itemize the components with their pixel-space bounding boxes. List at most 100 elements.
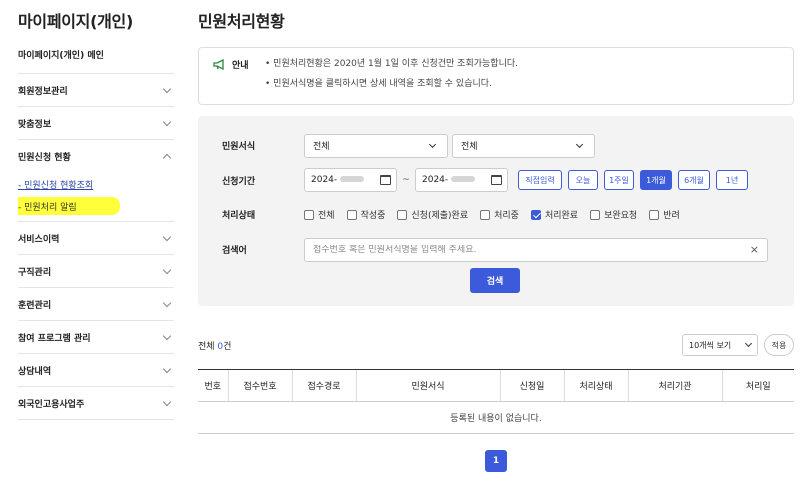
chevron-up-icon xyxy=(162,153,172,163)
sidebar-item-job-search[interactable]: 구직관리 xyxy=(18,255,174,288)
notice-line: • 민원처리현황은 2020년 1월 1일 이후 신청건만 조회가능합니다. xyxy=(265,59,518,69)
status-row: 처리상태 전체 작성중 신청(제출)완료 처리중 처리완료 보완요청 반려 xyxy=(222,197,794,232)
checkbox-label: 전체 xyxy=(318,211,335,221)
chevron-down-icon xyxy=(162,397,172,406)
sidebar-item-programs[interactable]: 참여 프로그램 관리 xyxy=(18,321,174,354)
sidebar-item-label: 마이페이지(개인) 메인 xyxy=(18,51,104,61)
checkbox[interactable] xyxy=(649,209,660,220)
apply-button[interactable]: 적용 xyxy=(764,334,794,356)
form-label: 민원서식 xyxy=(222,142,256,152)
column-header[interactable]: 처리일 xyxy=(721,369,794,402)
sidebar-item-foreign-employer[interactable]: 외국인고용사업주 xyxy=(18,387,174,420)
checkbox-label: 처리완료 xyxy=(544,211,579,221)
checkbox-label: 신청(제출)완료 xyxy=(411,211,469,221)
sidebar-item-civil-status[interactable]: 민원신청 현황 xyxy=(18,140,174,173)
form-category-select[interactable]: 전체 xyxy=(304,133,448,158)
checkbox[interactable] xyxy=(397,209,408,220)
chevron-down-icon xyxy=(744,339,753,348)
period-button-6months[interactable]: 6개월 xyxy=(678,170,710,190)
redacted-mark xyxy=(451,176,476,182)
status-checkbox-completed[interactable]: 처리완료 xyxy=(530,208,579,221)
sidebar-item-service-history[interactable]: 서비스이력 xyxy=(18,222,174,255)
checkbox[interactable] xyxy=(480,209,491,220)
date-from-field[interactable]: 2024- xyxy=(304,168,397,192)
table-header-row: 번호 접수번호 접수경로 민원서식 신청일 처리상태 처리기관 처리일 xyxy=(198,369,794,402)
period-button-1year[interactable]: 1년 xyxy=(716,170,748,190)
megaphone-icon xyxy=(213,58,224,70)
chevron-down-icon xyxy=(162,265,172,274)
total-suffix: 건 xyxy=(223,341,232,352)
chevron-down-icon xyxy=(162,298,172,307)
search-button[interactable]: 검색 xyxy=(470,268,520,293)
column-header[interactable]: 처리상태 xyxy=(563,369,628,402)
empty-message: 등록된 내용이 없습니다. xyxy=(198,401,794,434)
chevron-down-icon xyxy=(575,140,584,148)
sidebar-subitem-status-inquiry[interactable]: - 민원신청 현황조회 xyxy=(18,173,174,195)
column-header[interactable]: 번호 xyxy=(198,369,228,402)
column-header[interactable]: 접수번호 xyxy=(227,369,292,402)
form-name-select[interactable]: 전체 xyxy=(452,133,595,158)
status-checkbox-submitted[interactable]: 신청(제출)완료 xyxy=(397,208,468,221)
period-button-custom[interactable]: 직접입력 xyxy=(518,170,562,190)
sidebar-group-civil-status: 민원신청 현황 - 민원신청 현황조회 - 민원처리 알림 xyxy=(18,140,174,222)
chevron-down-icon xyxy=(162,117,172,126)
sidebar-item-label: 외국인고용사업주 xyxy=(18,399,85,410)
select-value: 전체 xyxy=(313,142,330,152)
search-panel: 민원서식 전체 전체 신청기간 2024- ~ 2024- 직접입력 오늘 1주… xyxy=(198,116,794,306)
list-toolbar: 전체 0건 10개씩 보기 적용 xyxy=(198,333,794,357)
sidebar-item-label: 구직관리 xyxy=(18,267,52,278)
status-checkbox-processing[interactable]: 처리중 xyxy=(480,208,519,221)
keyword-label: 검색어 xyxy=(222,246,247,256)
calendar-icon[interactable] xyxy=(380,175,391,185)
date-to-field[interactable]: 2024- xyxy=(415,168,508,192)
clear-icon[interactable]: × xyxy=(750,243,759,256)
chevron-down-icon xyxy=(428,140,437,148)
notice-label: 안내 xyxy=(232,60,249,71)
date-value: 2024- xyxy=(422,175,449,185)
select-value: 전체 xyxy=(461,142,478,152)
keyword-row: 검색어 × xyxy=(222,232,794,267)
notice-line: • 민원서식명을 클릭하시면 상세 내역을 조회할 수 있습니다. xyxy=(265,79,492,89)
sidebar-item-mypage-main[interactable]: 마이페이지(개인) 메인 xyxy=(18,36,174,74)
page-size-select[interactable]: 10개씩 보기 xyxy=(682,334,758,356)
sidebar: 마이페이지(개인) 마이페이지(개인) 메인 회원정보관리 맞춤정보 민원신청 … xyxy=(18,0,174,420)
chevron-down-icon xyxy=(162,84,172,93)
checkbox[interactable] xyxy=(346,209,357,220)
status-label: 처리상태 xyxy=(222,211,256,221)
main-content: 민원처리현황 안내 • 민원처리현황은 2020년 1월 1일 이후 신청건만 … xyxy=(198,0,794,472)
total-count: 전체 0건 xyxy=(198,339,231,352)
keyword-field[interactable]: × xyxy=(304,237,768,262)
column-header[interactable]: 민원서식 xyxy=(355,369,500,402)
sidebar-item-counseling[interactable]: 상담내역 xyxy=(18,354,174,387)
checkbox-label: 처리중 xyxy=(494,211,519,221)
period-button-1week[interactable]: 1주일 xyxy=(604,170,634,190)
status-checkbox-all[interactable]: 전체 xyxy=(304,208,335,221)
status-checkbox-supplement[interactable]: 보완요청 xyxy=(590,208,637,221)
sidebar-item-training[interactable]: 훈련관리 xyxy=(18,288,174,321)
checkbox-label: 작성중 xyxy=(360,211,386,221)
column-header[interactable]: 처리기관 xyxy=(627,369,722,402)
period-button-1month[interactable]: 1개월 xyxy=(640,170,672,190)
sidebar-item-custom-info[interactable]: 맞춤정보 xyxy=(18,107,174,140)
page-button-current[interactable]: 1 xyxy=(485,450,507,472)
checkbox-checked[interactable] xyxy=(530,209,541,220)
sidebar-item-member-info[interactable]: 회원정보관리 xyxy=(18,74,174,107)
date-value: 2024- xyxy=(311,175,338,185)
status-checkbox-drafting[interactable]: 작성중 xyxy=(346,208,386,221)
sidebar-subitem-processing-alert[interactable]: - 민원처리 알림 xyxy=(18,197,120,215)
sidebar-item-label: 참여 프로그램 관리 xyxy=(18,333,91,344)
column-header[interactable]: 신청일 xyxy=(499,369,564,402)
calendar-icon[interactable] xyxy=(491,175,502,185)
status-checkbox-rejected[interactable]: 반려 xyxy=(649,208,680,221)
keyword-input[interactable] xyxy=(313,244,713,255)
sidebar-item-label: 훈련관리 xyxy=(18,300,52,311)
sidebar-item-label: 상담내역 xyxy=(18,366,52,377)
period-row: 신청기간 2024- ~ 2024- 직접입력 오늘 1주일 1개월 6개월 1… xyxy=(222,163,794,197)
checkbox[interactable] xyxy=(590,209,601,220)
select-value: 10개씩 보기 xyxy=(689,340,732,350)
checkbox[interactable] xyxy=(304,209,314,220)
sidebar-item-label: 서비스이력 xyxy=(18,234,60,245)
period-button-today[interactable]: 오늘 xyxy=(568,170,598,190)
column-header[interactable]: 접수경로 xyxy=(291,369,356,402)
sidebar-subitem-label: - 민원처리 알림 xyxy=(18,202,77,213)
